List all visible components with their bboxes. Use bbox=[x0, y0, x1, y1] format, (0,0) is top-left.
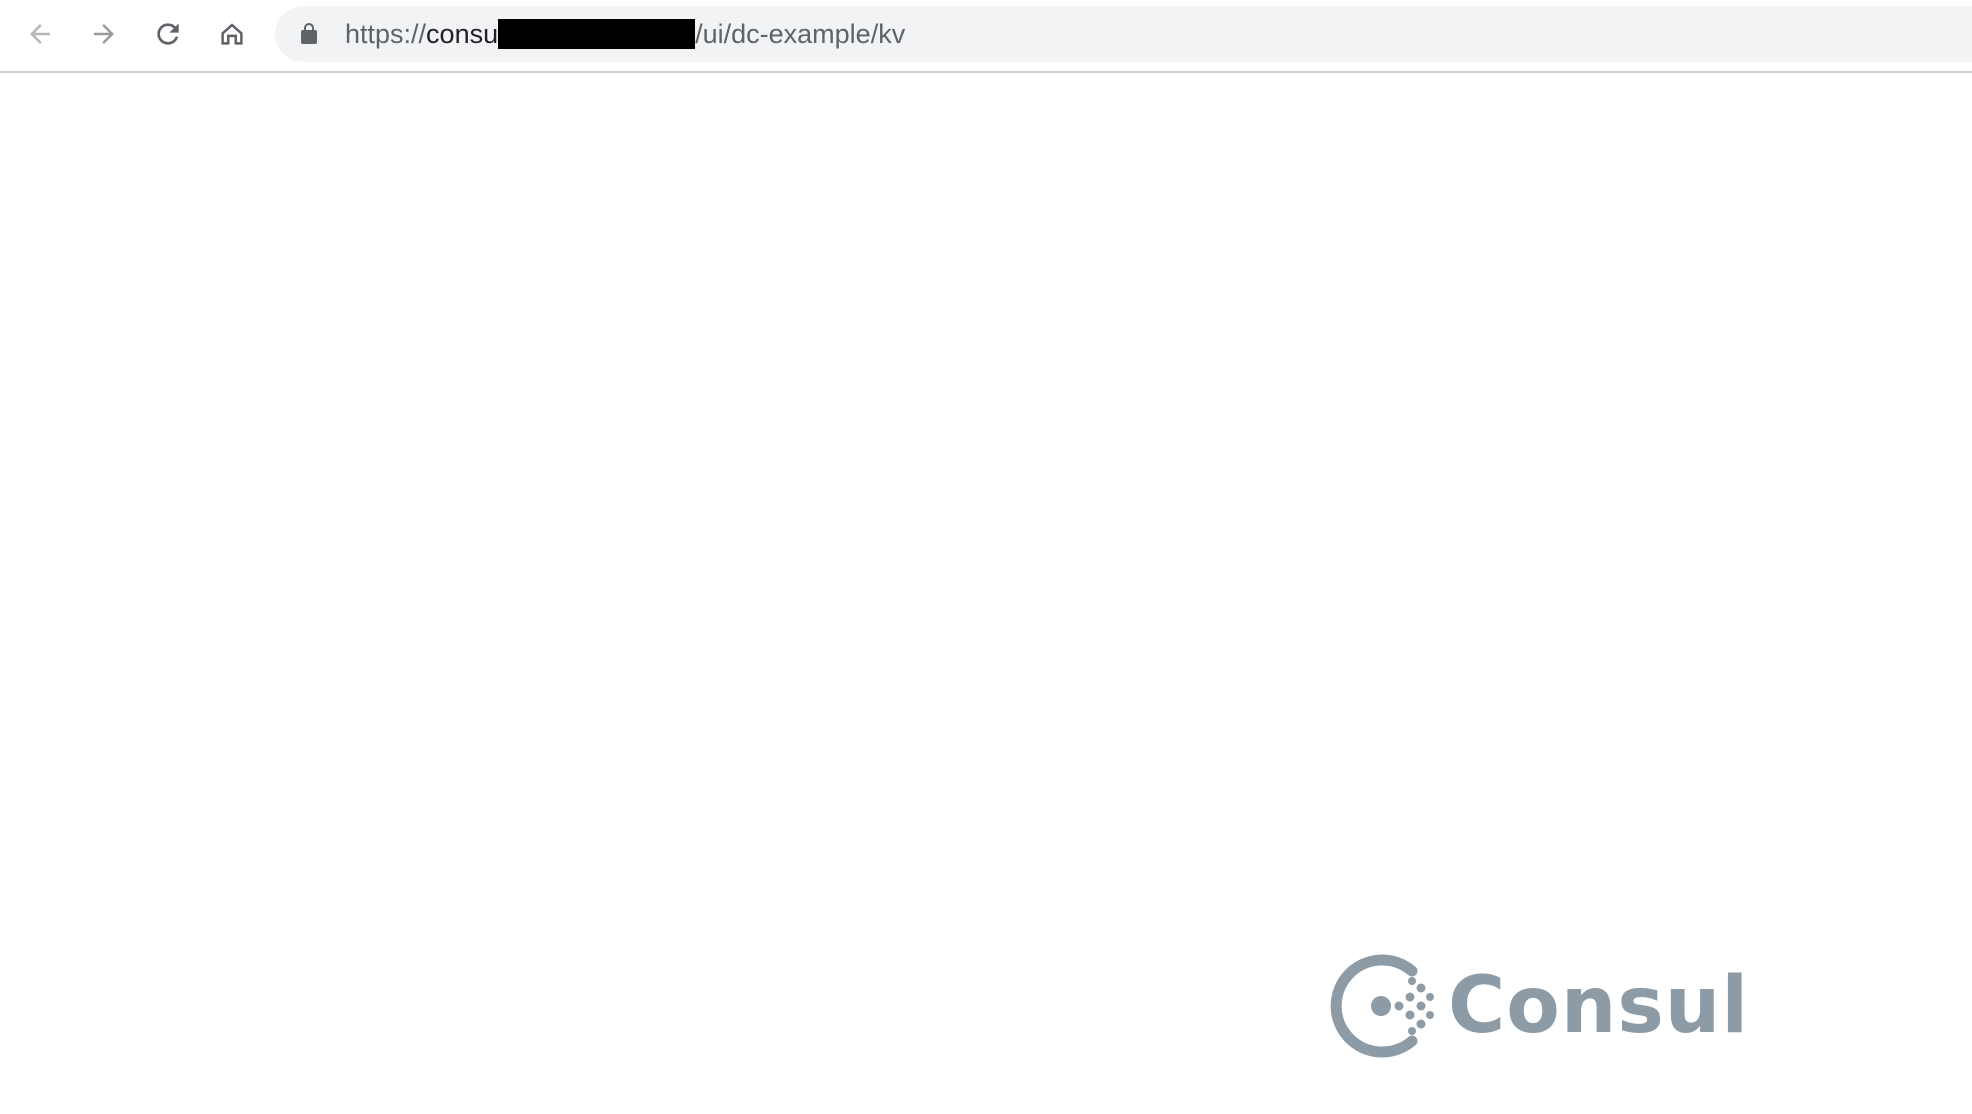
forward-arrow-icon bbox=[94, 24, 114, 44]
url-scheme: https:// bbox=[345, 19, 427, 49]
redaction-box bbox=[498, 18, 696, 49]
back-arrow-icon bbox=[30, 24, 50, 44]
address-bar[interactable]: https://consu/ui/dc-example/kv bbox=[275, 6, 1972, 62]
home-button[interactable] bbox=[208, 10, 256, 58]
reload-button[interactable] bbox=[144, 10, 192, 58]
url-host: consu bbox=[426, 19, 499, 49]
consul-logo-text: Consul bbox=[1448, 961, 1750, 1051]
url-text[interactable]: https://consu/ui/dc-example/kv bbox=[345, 6, 905, 62]
forward-button[interactable] bbox=[80, 10, 128, 58]
lock-icon[interactable] bbox=[297, 22, 321, 46]
back-button[interactable] bbox=[16, 10, 64, 58]
consul-logo-icon bbox=[1330, 954, 1434, 1058]
url-path: /ui/dc-example/kv bbox=[695, 19, 906, 49]
page-content: Consul bbox=[0, 73, 1972, 1114]
home-icon bbox=[221, 23, 243, 45]
reload-icon bbox=[157, 23, 179, 45]
browser-toolbar: https://consu/ui/dc-example/kv bbox=[0, 0, 1972, 73]
consul-logo: Consul bbox=[1328, 953, 1749, 1059]
